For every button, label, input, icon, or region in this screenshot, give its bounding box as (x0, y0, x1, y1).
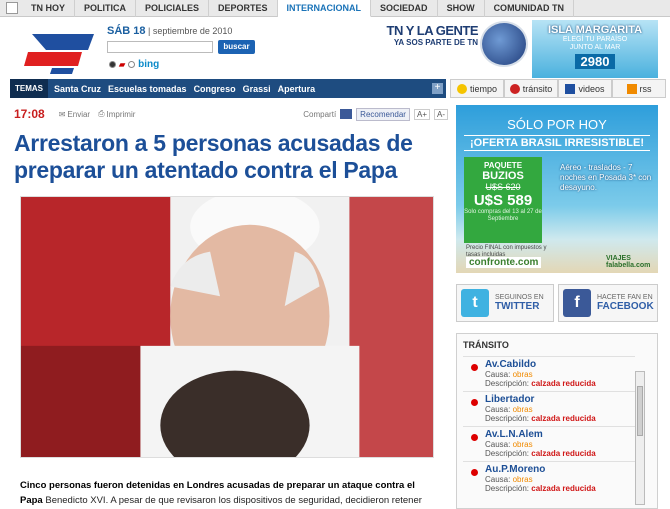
article-lede: Cinco personas fueron detenidas en Londr… (20, 480, 422, 506)
mail-icon: ✉ (58, 109, 66, 119)
topic-link[interactable]: Santa Cruz (54, 84, 101, 94)
sun-icon (456, 83, 467, 94)
facebook-button[interactable]: f HACETE FAN EN FACEBOOK (558, 284, 658, 322)
search-button[interactable]: buscar (218, 40, 255, 54)
share-label: Compartí (303, 109, 337, 119)
brasil-ad[interactable]: SÓLO POR HOY ¡OFERTA BRASIL IRRESISTIBLE… (456, 105, 658, 273)
home-icon[interactable] (6, 2, 18, 14)
transit-scrollbar[interactable] (635, 371, 645, 505)
nav-internacional[interactable]: INTERNACIONAL (277, 0, 372, 17)
nav-policiales[interactable]: POLICIALES (136, 0, 210, 17)
topics-bar: TEMAS Santa Cruz Escuelas tomadas Congre… (10, 79, 446, 98)
list-item[interactable]: Libertador Causa: obras Descripción: cal… (463, 391, 635, 426)
tab-videos[interactable]: videos (558, 79, 612, 98)
nav-comunidad-tn[interactable]: COMUNIDAD TN (485, 0, 575, 17)
alert-dot-icon (471, 434, 478, 441)
twitter-icon: t (461, 289, 489, 317)
falabella-logo: VIAJES falabella.com (606, 255, 651, 269)
facebook-recommend-button[interactable]: Recomendar (356, 107, 410, 121)
tn-logo[interactable] (22, 30, 100, 76)
package-box: PAQUETE BUZIOS U$S 620 U$S 589 Solo comp… (464, 157, 542, 243)
alert-dot-icon (471, 364, 478, 371)
topic-link[interactable]: Escuelas tomadas (108, 84, 187, 94)
transit-title: TRÁNSITO (463, 340, 509, 350)
scrollbar-thumb[interactable] (637, 386, 643, 436)
radio-tn[interactable] (109, 61, 116, 68)
rss-icon (626, 83, 637, 94)
traffic-icon (509, 83, 520, 94)
topic-link[interactable]: Apertura (278, 84, 316, 94)
send-button[interactable]: ✉ Enviar (59, 110, 90, 119)
date: SÁB 18 | septiembre de 2010 (107, 25, 233, 37)
article-time: 17:08 (14, 107, 45, 121)
expand-topics-button[interactable]: + (432, 83, 443, 94)
alert-dot-icon (471, 399, 478, 406)
tab-rss[interactable]: rss (612, 79, 666, 98)
right-tabs: tiempo tránsito videos rss (450, 79, 666, 98)
font-increase-button[interactable]: A+ (413, 108, 430, 120)
nav-politica[interactable]: POLITICA (75, 0, 137, 17)
alert-dot-icon (471, 469, 478, 476)
list-item[interactable]: Au.P.Moreno Causa: obras Descripción: ca… (463, 461, 635, 496)
tn-circle-logo[interactable] (480, 21, 528, 67)
transit-panel: TRÁNSITO Av.Cabildo Causa: obras Descrip… (456, 333, 658, 509)
print-button[interactable]: ⎙ Imprimir (98, 109, 135, 119)
nav-sociedad[interactable]: SOCIEDAD (371, 0, 438, 17)
twitter-button[interactable]: t SEGUINOS EN TWITTER (456, 284, 554, 322)
search-input[interactable] (107, 41, 213, 53)
bing-logo: bing (138, 59, 160, 70)
article-headline: Arrestaron a 5 personas acusadas de prep… (14, 130, 413, 183)
video-icon (565, 83, 576, 94)
top-navigation: TN HOY POLITICA POLICIALES DEPORTES INTE… (0, 0, 670, 17)
article-tools: 17:08 ✉ Enviar ⎙ Imprimir Compartí Recomen… (14, 106, 448, 122)
tn-mini-icon: ▰ (119, 60, 126, 69)
list-item[interactable]: Av.L.N.Alem Causa: obras Descripción: ca… (463, 426, 635, 461)
topic-link[interactable]: Grassi (243, 84, 271, 94)
confronte-logo: confronte.com (466, 257, 542, 268)
search-engine-options: ▰ bing (109, 59, 159, 70)
topics-label: TEMAS (10, 79, 48, 98)
share-icon[interactable] (340, 109, 353, 119)
nav-tn-hoy[interactable]: TN HOY (22, 0, 76, 17)
radio-bing[interactable] (128, 61, 136, 68)
tn-la-gente-banner[interactable]: TN Y LA GENTE YA SOS PARTE DE TN (386, 23, 479, 47)
print-icon: ⎙ (98, 109, 105, 118)
facebook-icon: f (563, 289, 591, 317)
topic-link[interactable]: Congreso (194, 84, 236, 94)
article-photo[interactable] (20, 196, 434, 458)
nav-show[interactable]: SHOW (438, 0, 485, 17)
tab-tiempo[interactable]: tiempo (450, 79, 504, 98)
isla-margarita-ad[interactable]: ISLA MARGARITA ELEGÍ TU PARAÍSO JUNTO AL… (532, 20, 658, 78)
tab-transito[interactable]: tránsito (504, 79, 558, 98)
font-decrease-button[interactable]: A- (434, 108, 448, 120)
nav-deportes[interactable]: DEPORTES (209, 0, 278, 17)
list-item[interactable]: Av.Cabildo Causa: obras Descripción: cal… (463, 356, 635, 391)
